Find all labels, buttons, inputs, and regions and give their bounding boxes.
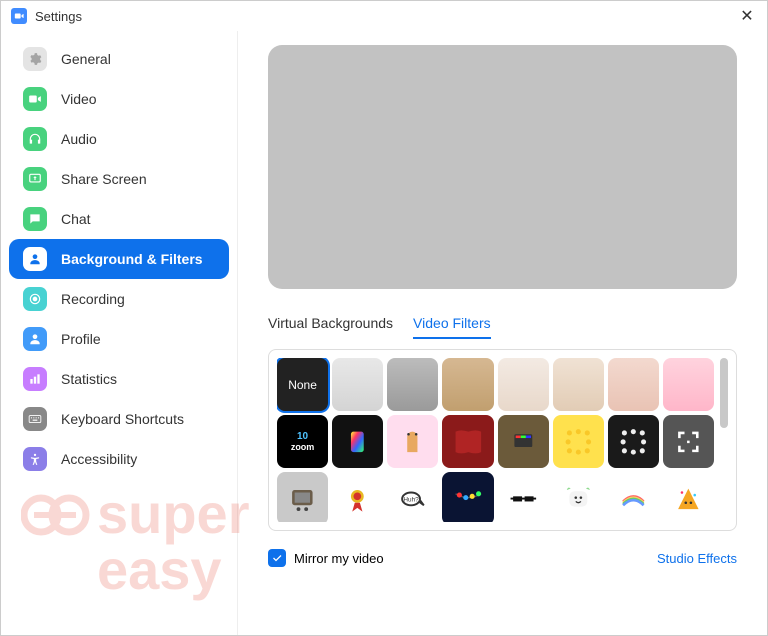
filter-thumbnail[interactable] xyxy=(663,358,714,411)
filter-scrollbar[interactable] xyxy=(720,358,728,522)
video-icon xyxy=(23,87,47,111)
sidebar-item-label: Accessibility xyxy=(61,451,137,467)
filter-thumbnail[interactable] xyxy=(277,472,328,522)
scrollbar-thumb[interactable] xyxy=(720,358,728,428)
filter-thumbnail[interactable] xyxy=(608,415,659,468)
filter-thumbnail[interactable] xyxy=(553,358,604,411)
sidebar-item-recording[interactable]: Recording xyxy=(9,279,229,319)
sidebar-item-background-filters[interactable]: Background & Filters xyxy=(9,239,229,279)
mirror-video-label: Mirror my video xyxy=(294,551,384,566)
share-screen-icon xyxy=(23,167,47,191)
keyboard-icon xyxy=(23,407,47,431)
headphones-icon xyxy=(23,127,47,151)
sidebar-item-label: Keyboard Shortcuts xyxy=(61,411,184,427)
filter-thumbnail[interactable] xyxy=(553,415,604,468)
sidebar: General Video Audio Share Screen Chat Ba… xyxy=(1,31,238,635)
filter-none[interactable]: None xyxy=(277,358,328,411)
sidebar-item-keyboard-shortcuts[interactable]: Keyboard Shortcuts xyxy=(9,399,229,439)
filter-thumbnail[interactable]: Huh? xyxy=(387,472,438,522)
filter-thumbnail[interactable] xyxy=(442,472,493,522)
sidebar-item-profile[interactable]: Profile xyxy=(9,319,229,359)
filter-thumbnail[interactable] xyxy=(608,472,659,522)
filter-thumbnail[interactable] xyxy=(498,358,549,411)
filter-thumbnail[interactable] xyxy=(498,415,549,468)
record-icon xyxy=(23,287,47,311)
filter-thumbnail[interactable] xyxy=(332,358,383,411)
filter-thumbnail[interactable] xyxy=(663,415,714,468)
svg-text:Huh?: Huh? xyxy=(404,496,420,503)
background-icon xyxy=(23,247,47,271)
sidebar-item-general[interactable]: General xyxy=(9,39,229,79)
tab-video-filters[interactable]: Video Filters xyxy=(413,315,491,339)
filter-thumbnail[interactable] xyxy=(553,472,604,522)
sidebar-item-accessibility[interactable]: Accessibility xyxy=(9,439,229,479)
sidebar-item-label: Video xyxy=(61,91,97,107)
filter-thumbnail[interactable] xyxy=(332,415,383,468)
sidebar-item-label: Background & Filters xyxy=(61,251,203,267)
sidebar-item-label: General xyxy=(61,51,111,67)
sidebar-item-label: Statistics xyxy=(61,371,117,387)
video-preview xyxy=(268,45,737,289)
titlebar: Settings ✕ xyxy=(1,1,767,31)
sidebar-item-video[interactable]: Video xyxy=(9,79,229,119)
statistics-icon xyxy=(23,367,47,391)
sidebar-item-statistics[interactable]: Statistics xyxy=(9,359,229,399)
profile-icon xyxy=(23,327,47,351)
filter-thumbnail[interactable] xyxy=(608,358,659,411)
filter-panel: None 10zoom Huh? xyxy=(268,349,737,531)
filter-thumbnail[interactable]: 10zoom xyxy=(277,415,328,468)
sidebar-item-label: Recording xyxy=(61,291,125,307)
window-title: Settings xyxy=(35,9,82,24)
sidebar-item-audio[interactable]: Audio xyxy=(9,119,229,159)
filter-thumbnail[interactable] xyxy=(387,358,438,411)
gear-icon xyxy=(23,47,47,71)
studio-effects-link[interactable]: Studio Effects xyxy=(657,551,737,566)
filter-thumbnail[interactable] xyxy=(332,472,383,522)
tab-virtual-backgrounds[interactable]: Virtual Backgrounds xyxy=(268,315,393,339)
chat-icon xyxy=(23,207,47,231)
sidebar-item-share-screen[interactable]: Share Screen xyxy=(9,159,229,199)
sidebar-item-label: Share Screen xyxy=(61,171,147,187)
sidebar-item-label: Profile xyxy=(61,331,101,347)
filter-thumbnail[interactable] xyxy=(498,472,549,522)
filter-thumbnail[interactable] xyxy=(442,358,493,411)
accessibility-icon xyxy=(23,447,47,471)
sidebar-item-label: Chat xyxy=(61,211,91,227)
mirror-video-checkbox[interactable] xyxy=(268,549,286,567)
sidebar-item-label: Audio xyxy=(61,131,97,147)
filter-thumbnail[interactable] xyxy=(442,415,493,468)
close-button[interactable]: ✕ xyxy=(737,6,757,26)
sidebar-item-chat[interactable]: Chat xyxy=(9,199,229,239)
filter-thumbnail[interactable] xyxy=(663,472,714,522)
filter-tabs: Virtual Backgrounds Video Filters xyxy=(268,315,737,339)
filter-thumbnail[interactable] xyxy=(387,415,438,468)
app-icon xyxy=(11,8,27,24)
